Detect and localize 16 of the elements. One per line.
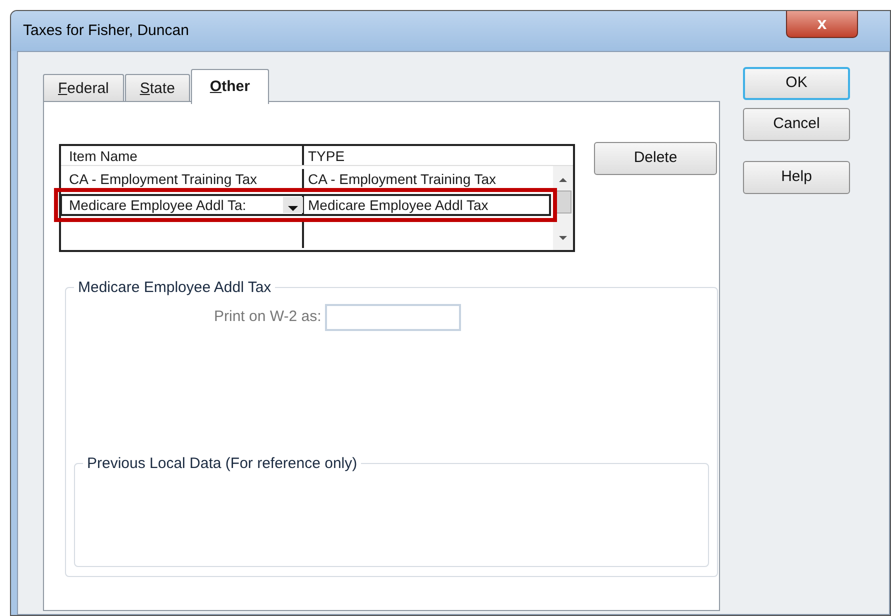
delete-button[interactable]: Delete — [594, 142, 717, 175]
window-title: Taxes for Fisher, Duncan — [23, 20, 189, 41]
tab[interactable]: State — [124, 74, 190, 103]
tab[interactable]: Other — [190, 69, 269, 104]
dialog-button[interactable]: Cancel — [743, 108, 850, 141]
scrollbar[interactable] — [553, 166, 573, 250]
field-label: Print on W-2 as: — [214, 307, 322, 328]
table-cell[interactable]: Medicare Employee Addl Tax — [304, 194, 540, 216]
dialog-button[interactable]: Help — [743, 161, 850, 194]
tab[interactable]: Federal — [43, 74, 124, 103]
column-header: TYPE — [307, 147, 346, 165]
table-cell[interactable]: CA - Employment Training Tax — [304, 168, 540, 190]
dropdown-icon[interactable] — [283, 197, 303, 213]
table-cell[interactable]: CA - Employment Training Tax — [61, 168, 304, 190]
dialog-button[interactable]: OK — [743, 67, 850, 100]
column-header: Item Name — [61, 146, 304, 165]
